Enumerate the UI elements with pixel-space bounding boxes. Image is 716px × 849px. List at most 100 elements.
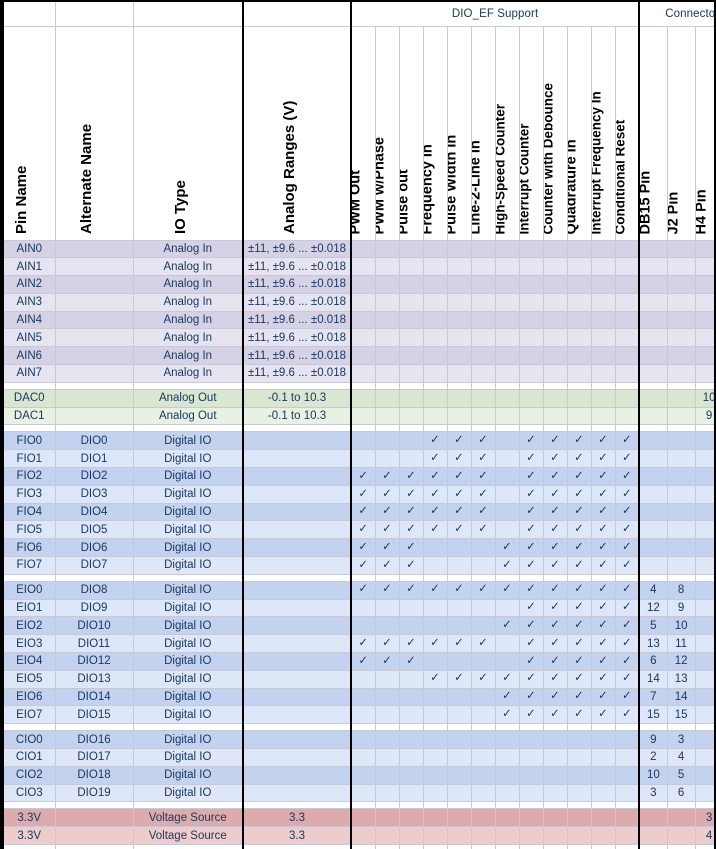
column-header-quadrature-in[interactable]: Quadrature In (567, 26, 592, 241)
cell-alternate-name: DIO2 (55, 467, 134, 486)
table-row[interactable]: FIO2DIO2Digital IO✓✓✓✓✓✓✓✓✓✓✓10 (2, 467, 714, 486)
cell-dio-ef-11 (591, 784, 616, 803)
table-row[interactable]: FIO3DIO3Digital IO✓✓✓✓✓✓✓✓✓✓✓9 (2, 485, 714, 504)
column-header-analog-ranges-v[interactable]: Analog Ranges (V) (242, 26, 352, 241)
cell-connector-3 (695, 240, 714, 259)
table-row[interactable]: FIO0DIO0Digital IO✓✓✓✓✓✓✓✓12 (2, 431, 714, 451)
cell-dio-ef-6: ✓ (471, 467, 496, 486)
table-row[interactable]: DAC0 Analog Out -0.1 to 10.3 10 (2, 389, 714, 408)
cell-alternate-name: DIO17 (55, 748, 134, 767)
column-header-counter-with-debounce[interactable]: Counter with Debounce (543, 26, 568, 241)
column-header-pulse-width-in[interactable]: Pulse Width In (447, 26, 472, 241)
spacer-cell (695, 382, 714, 390)
column-header-pwm-out[interactable]: PWM Out (350, 26, 376, 241)
table-row[interactable]: AIN2 Analog In ±11, ±9.6 ... ±0.018 (2, 275, 714, 294)
cell-connector-1 (638, 275, 668, 294)
column-header-conditional-reset[interactable]: Conditional Reset (615, 26, 640, 241)
table-row[interactable]: DAC1 Analog Out -0.1 to 10.3 9 (2, 407, 714, 426)
rotated-label-wrap: Alternate Name (56, 28, 133, 238)
column-header-interrupt-frequency-in[interactable]: Interrupt Frequency In (591, 26, 616, 241)
column-header-pin-name[interactable]: Pin Name (2, 26, 56, 241)
cell-dio-ef-9 (543, 257, 568, 277)
table-row[interactable]: CIO1 DIO17 Digital IO 2 4 (2, 748, 714, 767)
cell-dio-ef-8 (519, 364, 544, 383)
cell-dio-ef-11 (591, 826, 616, 845)
column-header-db15-pin[interactable]: DB15 Pin (638, 26, 668, 241)
table-row[interactable]: AIN1 Analog In ±11, ±9.6 ... ±0.018 (2, 257, 714, 277)
cell-connector-1 (638, 467, 668, 486)
column-header-alternate-name[interactable]: Alternate Name (55, 26, 134, 241)
spacer-cell (242, 801, 352, 810)
cell-connector-2: 13 (667, 670, 696, 689)
spacer-cell (667, 574, 696, 582)
cell-connector-2 (667, 520, 696, 540)
cell-connector-2: 5 (667, 766, 696, 785)
table-row[interactable]: FIO6DIO6Digital IO✓✓✓✓✓✓✓✓✓4 (2, 538, 714, 558)
column-header-line-2-line-in[interactable]: Line-2-Line In (471, 26, 496, 241)
cell-dio-ef-6 (471, 808, 496, 828)
table-row[interactable]: FIO4DIO4Digital IO✓✓✓✓✓✓✓✓✓✓✓6 (2, 503, 714, 522)
column-header-high-speed-counter[interactable]: High-Speed Counter (495, 26, 520, 241)
column-header-frequency-in[interactable]: Frequency In (423, 26, 448, 241)
cell-dio-ef-7: ✓ (495, 688, 520, 707)
table-row[interactable]: EIO2 DIO10 Digital IO ✓ ✓ ✓ ✓ ✓ ✓ 5 10 (2, 616, 714, 636)
table-row[interactable]: FIO5DIO5Digital IO✓✓✓✓✓✓✓✓✓✓✓5 (2, 520, 714, 540)
table-row[interactable]: EIO0 DIO8 Digital IO ✓ ✓ ✓ ✓ ✓ ✓ ✓ ✓ ✓ ✓ ✓ ✓ 4 8 (2, 581, 714, 600)
cell-connector-3 (695, 670, 714, 689)
table-row[interactable]: CIO0 DIO16 Digital IO 9 3 (2, 730, 714, 750)
rotated-label-wrap: Interrupt Counter (519, 28, 543, 238)
column-header-pwm-w-phase[interactable]: PWM w/Phase (375, 26, 400, 241)
cell-dio-ef-3 (399, 311, 424, 330)
group-header-dio-ef-support: DIO_EF Support (349, 2, 640, 27)
table-row[interactable]: CIO3 DIO19 Digital IO 3 6 (2, 784, 714, 803)
table-row[interactable]: AIN7 Analog In ±11, ±9.6 ... ±0.018 (2, 364, 714, 383)
table-row[interactable]: CIO2 DIO18 Digital IO 10 5 (2, 766, 714, 785)
cell-dio-ef-3 (399, 240, 424, 259)
cell-dio-ef-12: ✓ (615, 449, 640, 469)
cell-pin-name: FIO3 (2, 485, 56, 504)
table-row[interactable]: AIN6 Analog In ±11, ±9.6 ... ±0.018 (2, 346, 714, 366)
table-row[interactable]: EIO5 DIO13 Digital IO ✓ ✓ ✓ ✓ ✓ ✓ ✓ ✓ ✓ 14 13 (2, 670, 714, 689)
column-header-interrupt-counter[interactable]: Interrupt Counter (519, 26, 544, 241)
table-row[interactable]: EIO1 DIO9 Digital IO ✓ ✓ ✓ ✓ ✓ 12 9 (2, 599, 714, 618)
table-row[interactable]: AIN0 Analog In ±11, ±9.6 ... ±0.018 (2, 240, 714, 259)
table-row[interactable]: AIN4 Analog In ±11, ±9.6 ... ±0.018 (2, 311, 714, 330)
cell-pin-name: AIN2 (2, 275, 56, 294)
cell-connector-3 (695, 449, 714, 469)
spacer-cell (667, 801, 696, 810)
column-header-pulse-out[interactable]: Pulse out (399, 26, 424, 241)
table-row[interactable]: EIO4 DIO12 Digital IO ✓ ✓ ✓ ✓ ✓ ✓ ✓ ✓ 6 12 (2, 652, 714, 671)
spacer-cell (615, 424, 640, 433)
table-row[interactable]: 3.3V Voltage Source 3.3 4 (2, 826, 714, 845)
column-header-h4-pin[interactable]: H4 Pin (695, 26, 714, 241)
cell-dio-ef-8 (519, 311, 544, 330)
rotated-label: PWM w/Phase (375, 136, 388, 235)
table-row[interactable]: FIO7DIO7Digital IO✓✓✓✓✓✓✓✓✓3 (2, 556, 714, 575)
table-row[interactable]: AIN3 Analog In ±11, ±9.6 ... ±0.018 (2, 293, 714, 312)
spacer-cell (543, 723, 568, 732)
table-row[interactable]: FIO1DIO1Digital IO✓✓✓✓✓✓✓✓11 (2, 449, 714, 469)
cell-dio-ef-10: ✓ (567, 705, 592, 725)
table-row[interactable]: 3.3V Voltage Source 3.3 3 (2, 808, 714, 828)
cell-io-type: Digital IO (133, 730, 244, 750)
cell-dio-ef-10: ✓ (567, 634, 592, 654)
column-header-io-type[interactable]: IO Type (133, 26, 244, 241)
column-header-j2-pin[interactable]: J2 Pin (667, 26, 696, 241)
cell-analog-range (242, 616, 352, 636)
cell-dio-ef-10 (567, 293, 592, 312)
table-row[interactable]: AIN5 Analog In ±11, ±9.6 ... ±0.018 (2, 328, 714, 348)
cell-dio-ef-11 (591, 346, 616, 366)
cell-dio-ef-1 (350, 766, 376, 785)
cell-dio-ef-7 (495, 599, 520, 618)
table-row[interactable]: EIO6 DIO14 Digital IO ✓ ✓ ✓ ✓ ✓ ✓ 7 14 (2, 688, 714, 707)
table-row[interactable]: EIO7 DIO15 Digital IO ✓ ✓ ✓ ✓ ✓ ✓ 15 15 (2, 705, 714, 725)
spacer-cell (667, 424, 696, 433)
cell-connector-3 (695, 328, 714, 348)
cell-io-type: Voltage Source (133, 808, 244, 828)
cell-dio-ef-4: ✓ (423, 634, 448, 654)
cell-analog-range (242, 449, 352, 469)
spacer-cell (543, 574, 568, 582)
cell-dio-ef-4 (423, 311, 448, 330)
spacer-cell (55, 844, 134, 849)
table-row[interactable]: EIO3 DIO11 Digital IO ✓ ✓ ✓ ✓ ✓ ✓ ✓ ✓ ✓ ✓ ✓ 13 11 (2, 634, 714, 654)
